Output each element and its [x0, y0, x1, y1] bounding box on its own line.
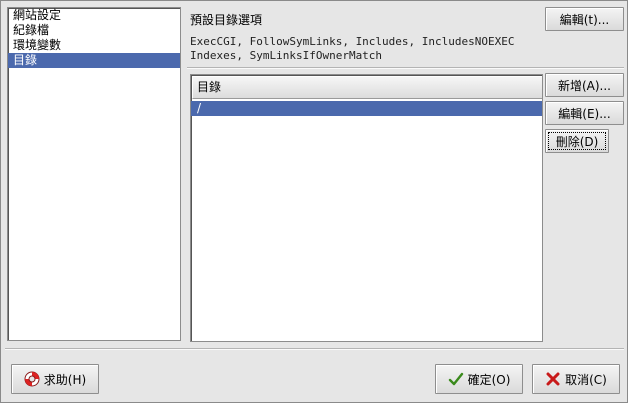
directory-column-header[interactable]: 目錄	[192, 76, 542, 99]
delete-directory-button[interactable]: 刪除(D)	[545, 129, 609, 153]
edit-directory-button[interactable]: 編輯(E)...	[545, 101, 624, 125]
category-item-env-vars[interactable]: 環境變數	[8, 38, 180, 53]
options-line-2: Indexes, SymLinksIfOwnerMatch	[190, 49, 383, 62]
category-list[interactable]: 網站設定 紀錄檔 環境變數 目錄	[7, 7, 181, 341]
edit-directory-label: 編輯(E)...	[558, 106, 611, 121]
delete-directory-label: 刪除(D)	[555, 134, 599, 149]
x-icon	[546, 372, 560, 386]
edit-default-options-label: 編輯(t)...	[559, 12, 610, 27]
checkmark-icon	[448, 372, 463, 386]
help-button[interactable]: 求助(H)	[11, 364, 99, 394]
help-label: 求助(H)	[43, 372, 87, 387]
ok-label: 確定(O)	[467, 372, 511, 387]
category-item-directories[interactable]: 目錄	[8, 53, 180, 68]
default-options-text: ExecCGI, FollowSymLinks, Includes, Inclu…	[190, 35, 515, 63]
directory-list[interactable]: 目錄 /	[190, 74, 543, 342]
separator-top	[187, 67, 624, 69]
cancel-button[interactable]: 取消(C)	[532, 364, 620, 394]
directory-row[interactable]: /	[191, 101, 542, 116]
section-title: 預設目錄選項	[190, 13, 263, 27]
category-item-site-settings[interactable]: 網站設定	[8, 8, 180, 23]
dialog-window: 網站設定 紀錄檔 環境變數 目錄 預設目錄選項 ExecCGI, FollowS…	[0, 0, 628, 403]
separator-bottom	[5, 348, 624, 350]
category-item-logs[interactable]: 紀錄檔	[8, 23, 180, 38]
ok-button[interactable]: 確定(O)	[435, 364, 523, 394]
cancel-label: 取消(C)	[565, 372, 607, 387]
add-directory-button[interactable]: 新增(A)...	[545, 73, 624, 97]
edit-default-options-button[interactable]: 編輯(t)...	[545, 7, 624, 31]
lifebuoy-icon	[24, 371, 40, 387]
add-directory-label: 新增(A)...	[557, 78, 612, 93]
options-line-1: ExecCGI, FollowSymLinks, Includes, Inclu…	[190, 35, 515, 48]
